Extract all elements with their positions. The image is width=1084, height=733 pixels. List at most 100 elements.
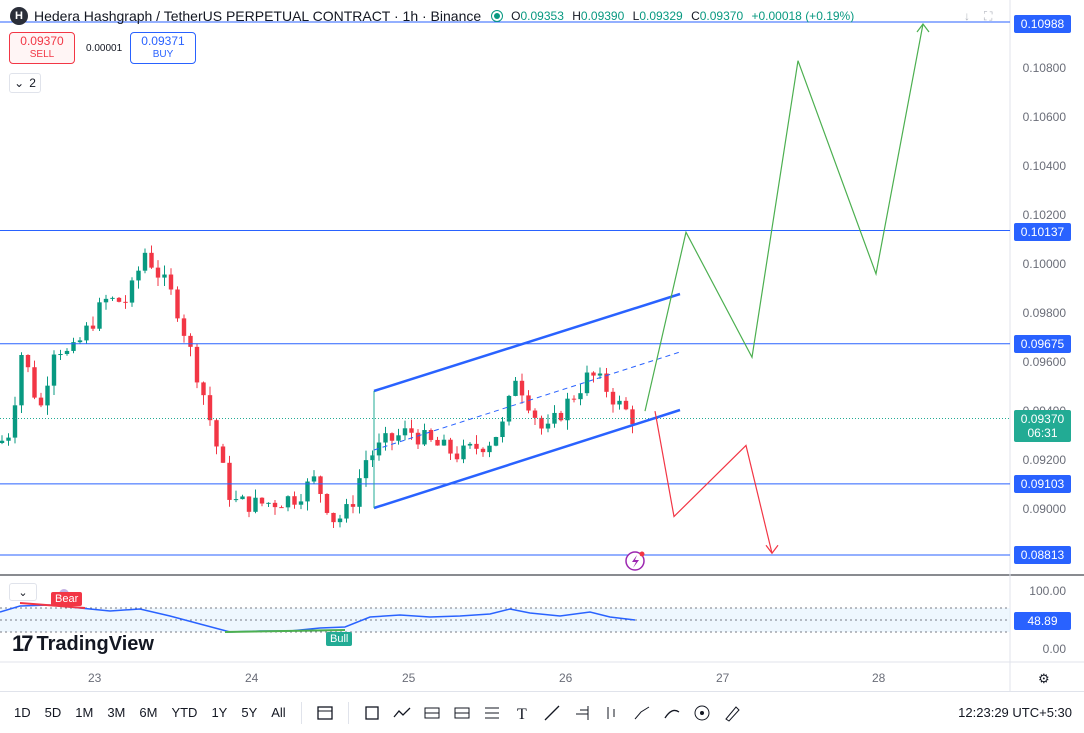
- text-tool-icon[interactable]: T: [507, 698, 537, 728]
- timeframe-5y[interactable]: 5Y: [234, 705, 264, 720]
- drawings: [0, 21, 1010, 571]
- divider: [347, 701, 349, 724]
- candle-body: [357, 478, 362, 507]
- candle-body: [467, 443, 473, 446]
- candle-body: [12, 405, 18, 438]
- timeframe-3m[interactable]: 3M: [100, 705, 132, 720]
- time-tick: 28: [872, 671, 886, 685]
- price-tick: 0.10200: [1022, 208, 1066, 223]
- candle-body: [584, 372, 590, 394]
- chart-app: H Hedera Hashgraph / TetherUS PERPETUAL …: [0, 0, 1084, 733]
- bear-tag: Bear: [51, 592, 83, 606]
- indicators-toggle[interactable]: ⌄ 2: [9, 73, 41, 93]
- candle-body: [630, 409, 635, 425]
- timeframe-1y[interactable]: 1Y: [204, 705, 234, 720]
- time-tick: 26: [559, 671, 573, 685]
- pen-icon[interactable]: [717, 698, 747, 728]
- level-label-1: 0.10988: [1014, 15, 1071, 33]
- symbol-title[interactable]: Hedera Hashgraph / TetherUS PERPETUAL CO…: [34, 8, 481, 24]
- low-value: 0.09329: [639, 9, 683, 23]
- timeframe-1d[interactable]: 1D: [7, 705, 38, 720]
- candle-body: [474, 443, 479, 449]
- level-label-5: 0.08813: [1014, 546, 1071, 564]
- settings-icon[interactable]: ⚙: [1038, 671, 1050, 687]
- candle-body: [25, 355, 31, 368]
- timeframe-6m[interactable]: 6M: [132, 705, 164, 720]
- projection-icon[interactable]: [627, 698, 657, 728]
- long-position-icon[interactable]: [417, 698, 447, 728]
- candle-body: [344, 504, 349, 519]
- timeframe-5d[interactable]: 5D: [38, 705, 69, 720]
- candle-body: [487, 445, 492, 453]
- candle-body: [162, 274, 167, 278]
- bars-pattern-icon[interactable]: [597, 698, 627, 728]
- brush-icon[interactable]: [657, 698, 687, 728]
- divider: [300, 701, 302, 724]
- candle-body: [597, 373, 603, 376]
- candle-body: [0, 440, 5, 444]
- candle-body: [506, 395, 512, 422]
- candle-body: [448, 439, 453, 454]
- symbol-logo: H: [10, 7, 28, 25]
- current-price-label: 0.09370 06:31: [1014, 410, 1071, 442]
- eye-icon[interactable]: [687, 698, 717, 728]
- time-tick: 24: [245, 671, 259, 685]
- price-tick: 0.10600: [1022, 110, 1066, 125]
- candle-body: [116, 297, 122, 302]
- chevron-down-icon: ⌄: [18, 586, 28, 599]
- candle-body: [311, 476, 317, 482]
- candle-body: [441, 439, 447, 446]
- oscillator-pane: [0, 589, 1010, 633]
- candle-body: [396, 435, 401, 441]
- osc-tick-0: 0.00: [1042, 642, 1066, 656]
- candle-body: [123, 301, 128, 303]
- download-icon[interactable]: ↓: [964, 9, 970, 24]
- fullscreen-icon[interactable]: ⛶: [984, 9, 992, 24]
- price-tick: 0.09600: [1022, 355, 1066, 370]
- candle-body: [578, 393, 583, 400]
- timeframe-all[interactable]: All: [264, 705, 292, 720]
- chart-canvas[interactable]: [0, 0, 1084, 733]
- candle-body: [350, 504, 356, 507]
- rectangle-tool-icon[interactable]: [357, 698, 387, 728]
- pane-collapse-button[interactable]: ⌄: [9, 583, 37, 601]
- volume-profile-icon[interactable]: [567, 698, 597, 728]
- candle-body: [136, 270, 141, 281]
- trend-line-icon[interactable]: [537, 698, 567, 728]
- timeframe-ytd[interactable]: YTD: [164, 705, 204, 720]
- channel-upper-line: [373, 292, 681, 393]
- candle-body: [38, 397, 44, 406]
- sell-button[interactable]: 0.09370 SELL: [9, 32, 75, 64]
- candle-body: [214, 420, 219, 447]
- candle-body: [188, 335, 193, 347]
- candle-body: [610, 391, 616, 405]
- candle-body: [493, 437, 499, 446]
- bottom-toolbar: 1D 5D 1M 3M 6M YTD 1Y 5Y All T 12:23:29 UTC+5:30: [0, 691, 1084, 733]
- candle-body: [389, 433, 395, 441]
- path-tool-icon[interactable]: [387, 698, 417, 728]
- buy-button[interactable]: 0.09371 BUY: [130, 32, 196, 64]
- candle-body: [175, 289, 180, 319]
- candle-body: [90, 325, 96, 329]
- bearish-projection-path: [654, 411, 773, 554]
- level-label-3: 0.09675: [1014, 335, 1071, 353]
- spread-value: 0.00001: [86, 43, 123, 54]
- candle-body: [266, 502, 271, 504]
- clock[interactable]: 12:23:29 UTC+5:30: [958, 705, 1072, 720]
- date-range-icon[interactable]: [310, 698, 340, 728]
- candle-body: [558, 412, 564, 421]
- candle-body: [142, 252, 148, 271]
- bar-countdown: 06:31: [1027, 426, 1058, 440]
- bullish-projection-path: [644, 23, 924, 412]
- tradingview-logo[interactable]: 17 TradingView: [12, 631, 154, 657]
- candle-body: [84, 325, 89, 341]
- bull-tag: Bull: [326, 632, 353, 646]
- candle-body: [617, 400, 622, 405]
- candle-body: [422, 430, 427, 445]
- timeframe-1m[interactable]: 1M: [68, 705, 100, 720]
- short-position-icon[interactable]: [447, 698, 477, 728]
- level-label-2: 0.10137: [1014, 223, 1071, 241]
- fib-retracement-icon[interactable]: [477, 698, 507, 728]
- candle-body: [428, 430, 434, 440]
- candle-body: [233, 499, 239, 501]
